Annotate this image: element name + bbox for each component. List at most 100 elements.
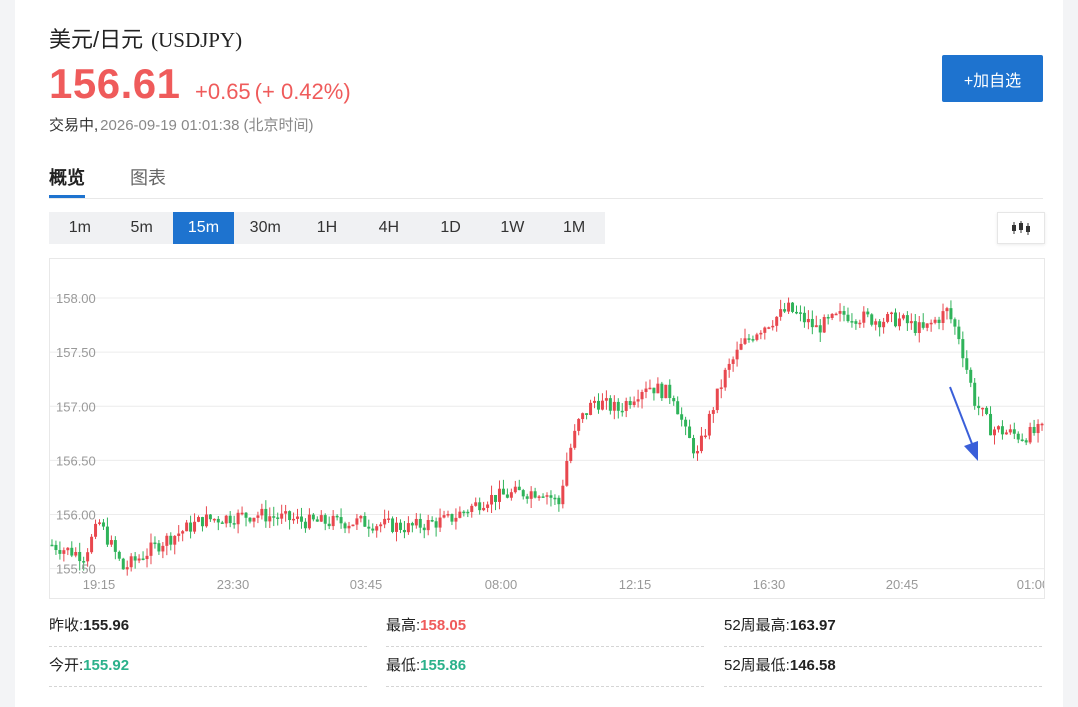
candle [252,517,256,528]
candle-body [402,529,406,533]
candle [652,387,656,401]
candle-body [992,429,996,436]
candle-body [434,521,438,528]
candle [672,395,676,406]
candle [240,506,244,516]
candle [208,513,212,522]
quote-time: 2026-09-19 01:01:38 [100,117,240,134]
candle [957,319,961,345]
candle [1020,433,1024,442]
candle [133,552,137,569]
candle [62,547,66,562]
x-tick-label: 19:15 [83,577,116,592]
candle [901,313,905,321]
stat-value: 146.58 [789,657,836,674]
candle [794,305,798,315]
stat-value: 158.05 [420,617,467,634]
candle-body [66,547,70,551]
candle [280,504,284,524]
candle-body [129,556,133,568]
candle-body [351,524,355,527]
candle [406,516,410,535]
candle-body [450,514,454,522]
candle [846,307,850,323]
candle [58,541,62,560]
candle-body [779,309,783,317]
candle [264,500,268,528]
candle [212,518,216,523]
candle [989,406,993,436]
candle-body [600,400,604,410]
candle [897,312,901,331]
candle-body [264,508,268,522]
candle [755,332,759,342]
period-1d[interactable]: 1D [420,212,482,244]
candle-body [474,502,478,506]
candle-body [323,515,327,524]
candle [842,305,846,322]
candle [335,514,339,521]
candle-body [830,313,834,318]
chart-type-toggle-button[interactable] [997,212,1045,244]
candle-body [850,321,854,323]
period-1mo[interactable]: 1M [543,212,605,244]
candle [458,506,462,519]
y-axis-labels: 158.00 157.50 157.00 156.50 156.00 155.50 [56,291,96,577]
candle-body [387,518,391,520]
candle [478,497,482,515]
period-30m[interactable]: 30m [234,212,296,244]
candle-body [913,321,917,334]
candle [66,547,70,556]
candle-body [383,518,387,525]
stat-label: 今开: [49,657,84,674]
candle-body [695,451,699,454]
candle-body [292,518,296,521]
candle-body [466,511,470,514]
candle [1032,419,1036,436]
candle [632,396,636,408]
candle-body [1020,439,1024,442]
candle [165,533,169,556]
candle [680,407,684,427]
tab-overview[interactable]: 概览 [49,164,85,190]
candle [608,395,612,415]
candle-body [513,486,517,493]
period-1m[interactable]: 1m [49,212,111,244]
candle-body [141,558,145,561]
period-1w[interactable]: 1W [481,212,543,244]
price-chart[interactable]: 158.00 157.50 157.00 156.50 156.00 155.50 19:… [49,258,1045,599]
candle-body [886,314,890,322]
candle [684,416,688,436]
candle-body [989,413,993,436]
candle-body [553,497,557,500]
candle [494,494,498,511]
period-1h[interactable]: 1H [296,212,358,244]
candle [529,486,533,509]
period-4h[interactable]: 4H [358,212,420,244]
candle [462,510,466,517]
period-15m[interactable]: 15m [172,212,235,244]
candle [153,536,157,549]
period-5m[interactable]: 5m [111,212,173,244]
candlestick-icon [1012,221,1030,235]
period-selector: 1m 5m 15m 30m 1H 4H 1D 1W 1M [49,212,605,244]
candle [327,516,331,530]
candle [347,521,351,534]
candle [319,510,323,522]
candle-body [137,558,141,561]
candle [612,395,616,420]
tab-chart[interactable]: 图表 [130,164,166,190]
candle [996,425,1000,433]
add-watchlist-button[interactable]: +加自选 [942,55,1043,102]
candle-body [846,314,850,322]
candle-body [810,318,814,328]
candle [992,426,996,445]
candle [826,314,830,325]
candle [387,510,391,523]
stat-value: 163.97 [789,617,836,634]
candle [410,521,414,533]
candle-body [604,398,608,401]
candle [759,330,763,340]
candle-body [363,515,367,527]
candle-body [454,517,458,522]
